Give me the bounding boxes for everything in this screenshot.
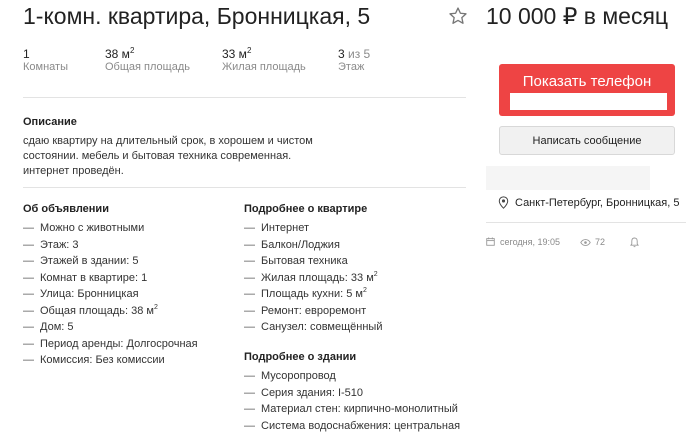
list-item: Жилая площадь: 33 м2 (244, 270, 382, 287)
divider (23, 97, 466, 98)
list-item: Балкон/Лоджия (244, 237, 382, 254)
stat-rooms-label: Комнаты (23, 61, 68, 73)
list-item: Дом: 5 (23, 319, 198, 336)
seller-info-redacted (486, 166, 650, 190)
stat-floor-value: 3 (338, 47, 345, 61)
location-pin-icon (498, 196, 509, 209)
list-item-text: Жилая площадь: 33 м (261, 271, 374, 284)
list-item: Этажей в здании: 5 (23, 253, 198, 270)
list-item: Мусоропровод (244, 368, 460, 385)
description-heading: Описание (23, 116, 77, 128)
superscript: 2 (362, 287, 367, 294)
stat-living-area-value: 33 м (222, 47, 247, 61)
bell-icon[interactable] (630, 237, 639, 248)
about-building-heading: Подробнее о здании (244, 351, 357, 363)
stat-floor: 3 из 5 Этаж (338, 47, 370, 74)
eye-icon (580, 239, 591, 246)
about-ad-heading: Об объявлении (23, 203, 109, 215)
list-item: Площадь кухни: 5 м2 (244, 286, 382, 303)
list-item: Комиссия: Без комиссии (23, 352, 198, 369)
list-item: Улица: Бронницкая (23, 286, 198, 303)
divider (23, 187, 466, 188)
list-item: Ремонт: евроремонт (244, 303, 382, 320)
about-building-section: Подробнее о здании Мусоропровод Серия зд… (244, 351, 460, 434)
show-phone-button[interactable]: Показать телефон (499, 64, 675, 116)
list-item: Санузел: совмещённый (244, 319, 382, 336)
list-item-text: Общая площадь: 38 м (40, 304, 154, 317)
list-item: Серия здания: I-510 (244, 385, 460, 402)
listing-price: 10 000 ₽ в месяц (486, 3, 669, 29)
about-flat-section: Подробнее о квартире Интернет Балкон/Лод… (244, 203, 382, 336)
list-item: Комнат в квартире: 1 (23, 270, 198, 287)
stat-living-area-label: Жилая площадь (222, 61, 306, 73)
list-item: Бытовая техника (244, 253, 382, 270)
list-item: Система водоснабжения: центральная (244, 418, 460, 435)
stat-floor-label: Этаж (338, 61, 365, 73)
stat-total-area-value: 38 м (105, 47, 130, 61)
description-text: сдаю квартиру на длительный срок, в хоро… (23, 135, 313, 177)
stat-living-area: 33 м2 Жилая площадь (222, 47, 306, 74)
listing-title: 1-комн. квартира, Бронницкая, 5 (23, 3, 371, 29)
stat-floor-total: из 5 (344, 47, 371, 61)
divider (486, 222, 686, 223)
superscript: 2 (153, 303, 158, 311)
published-date: сегодня, 19:05 (500, 237, 561, 247)
stat-total-area: 38 м2 Общая площадь (105, 47, 190, 74)
stat-rooms-value: 1 (23, 47, 30, 61)
about-flat-heading: Подробнее о квартире (244, 203, 368, 215)
calendar-icon (486, 237, 495, 246)
views-count: 72 (595, 237, 606, 247)
stat-total-area-sup: 2 (129, 46, 135, 55)
list-item: Период аренды: Долгосрочная (23, 336, 198, 353)
list-item: Материал стен: кирпично-монолитный (244, 401, 460, 418)
favorite-star-icon[interactable] (448, 6, 468, 26)
address-text[interactable]: Санкт-Петербург, Бронницкая, 5 (515, 197, 679, 209)
phone-number-redacted (510, 93, 667, 110)
stat-living-area-sup: 2 (246, 46, 252, 55)
show-phone-label: Показать телефон (522, 73, 652, 90)
about-ad-section: Об объявлении Можно с животными Этаж: 3 … (23, 203, 198, 369)
list-item-text: Площадь кухни: 5 м (261, 288, 363, 300)
list-item: Общая площадь: 38 м2 (23, 303, 198, 320)
list-item: Этаж: 3 (23, 237, 198, 254)
list-item: Можно с животными (23, 220, 198, 237)
stat-total-area-label: Общая площадь (105, 61, 190, 73)
stat-rooms: 1 Комнаты (23, 47, 68, 74)
superscript: 2 (373, 270, 378, 278)
write-message-button[interactable]: Написать сообщение (499, 126, 675, 155)
list-item: Интернет (244, 220, 382, 237)
